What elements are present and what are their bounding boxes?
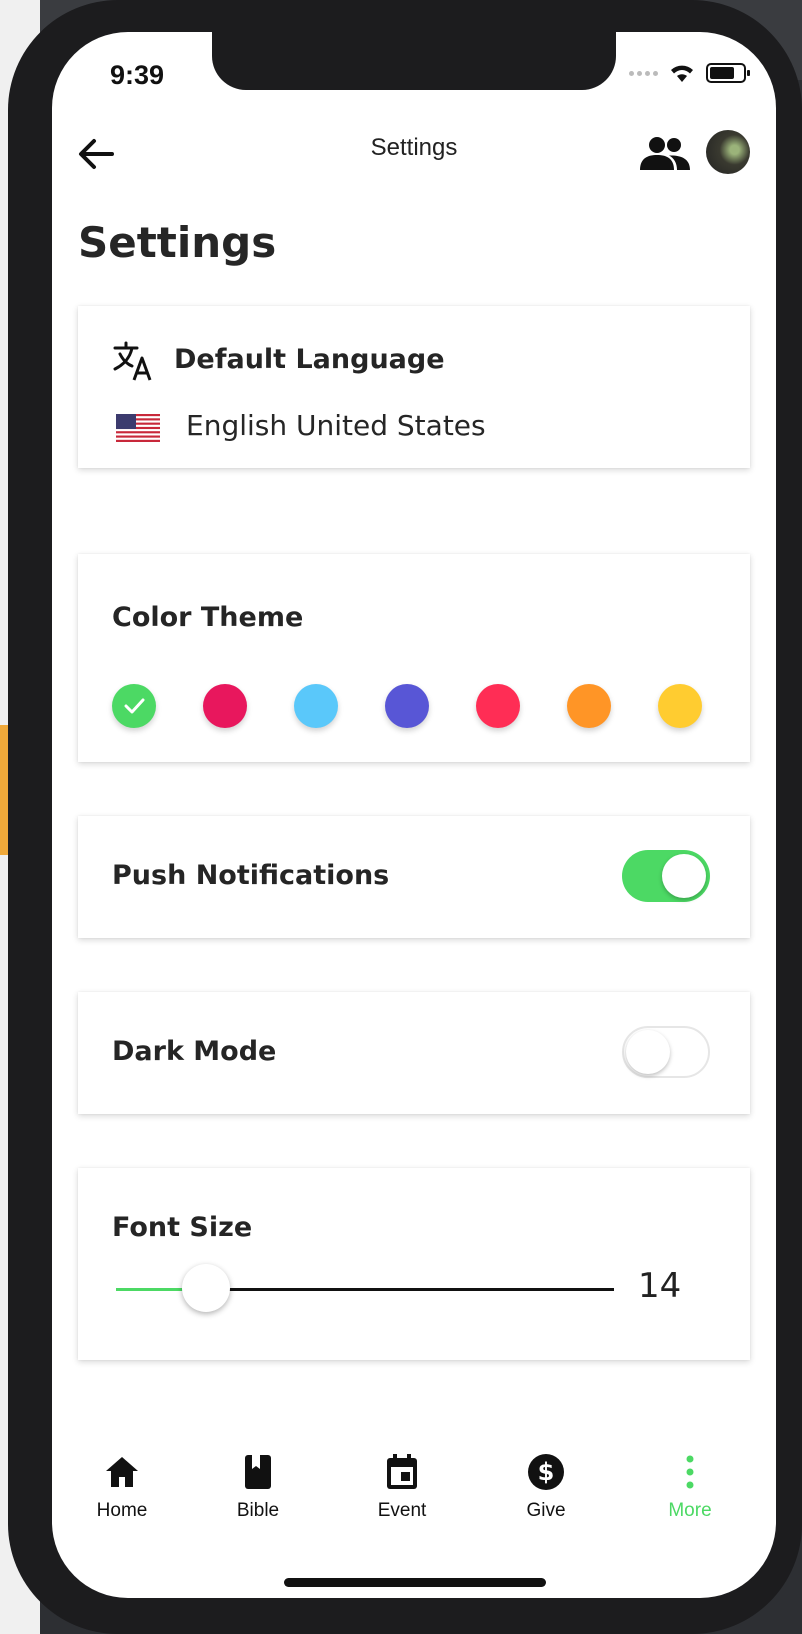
tab-home[interactable]: Home: [62, 1452, 182, 1522]
color-swatch[interactable]: [658, 684, 702, 728]
color-swatch[interactable]: [567, 684, 611, 728]
default-language-label: Default Language: [174, 344, 445, 375]
font-size-card: Font Size 14: [78, 1168, 750, 1360]
book-icon: [245, 1455, 271, 1489]
color-swatch[interactable]: [294, 684, 338, 728]
calendar-icon: [387, 1454, 417, 1489]
tab-event[interactable]: Event: [342, 1452, 462, 1522]
dark-mode-toggle[interactable]: [622, 1026, 710, 1078]
status-time: 9:39: [110, 60, 165, 90]
people-icon: [640, 137, 690, 170]
font-size-label: Font Size: [112, 1212, 253, 1243]
status-indicators: [629, 62, 750, 84]
signal-icon: [629, 70, 658, 76]
svg-text:$: $: [538, 1458, 555, 1486]
toggle-knob: [626, 1030, 670, 1074]
tab-home-label: Home: [96, 1500, 148, 1521]
default-language-value: English United States: [186, 409, 486, 442]
tab-more[interactable]: More: [630, 1452, 750, 1522]
color-theme-label: Color Theme: [112, 602, 304, 633]
tab-more-label: More: [668, 1500, 712, 1521]
home-icon: [106, 1457, 138, 1487]
battery-icon: [706, 63, 750, 83]
tab-event-label: Event: [377, 1500, 427, 1521]
color-swatch-list: [112, 684, 702, 728]
color-swatch[interactable]: [385, 684, 429, 728]
tab-give-label: Give: [526, 1500, 566, 1521]
color-swatch[interactable]: [112, 684, 156, 728]
notch: [212, 32, 616, 90]
push-notifications-card: Push Notifications: [78, 816, 750, 938]
wifi-icon: [671, 65, 693, 82]
color-theme-card: Color Theme: [78, 554, 750, 762]
toggle-knob: [662, 854, 706, 898]
dark-mode-card: Dark Mode: [78, 992, 750, 1114]
phone-screen: 9:39 Settings Settings Default Language …: [52, 32, 776, 1598]
bottom-tab-bar: Home Bible Event $ Give More: [52, 1452, 776, 1552]
page-title: Settings: [78, 218, 277, 267]
default-language-card[interactable]: Default Language English United States: [78, 306, 750, 468]
check-icon: [124, 698, 145, 714]
color-swatch[interactable]: [203, 684, 247, 728]
dark-mode-label: Dark Mode: [112, 1036, 277, 1067]
push-notifications-toggle[interactable]: [622, 850, 710, 902]
push-notifications-label: Push Notifications: [112, 860, 390, 891]
people-button[interactable]: [638, 134, 692, 174]
phone-frame: 9:39 Settings Settings Default Language …: [8, 0, 802, 1634]
more-vertical-icon: [686, 1455, 694, 1489]
translate-icon: [113, 341, 152, 381]
us-flag-icon: [116, 414, 160, 442]
avatar[interactable]: [706, 130, 750, 174]
tab-bible-label: Bible: [236, 1500, 280, 1521]
app-header: Settings: [52, 112, 776, 192]
home-indicator: [284, 1578, 546, 1587]
dollar-icon: $: [528, 1454, 564, 1490]
font-size-slider-thumb[interactable]: [181, 1264, 230, 1312]
color-swatch[interactable]: [476, 684, 520, 728]
tab-give[interactable]: $ Give: [486, 1452, 606, 1522]
tab-bible[interactable]: Bible: [198, 1452, 318, 1522]
font-size-value: 14: [638, 1266, 682, 1306]
